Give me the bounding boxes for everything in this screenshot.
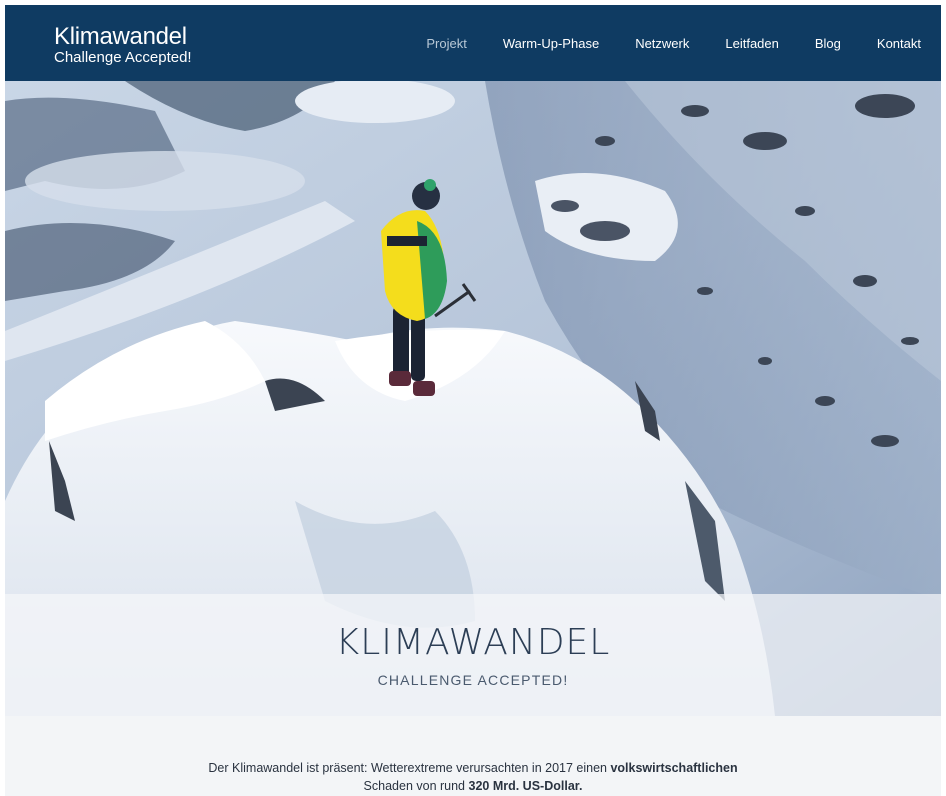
nav-item-kontakt[interactable]: Kontakt <box>877 36 921 51</box>
main-nav: Projekt Warm-Up-Phase Netzwerk Leitfaden… <box>390 36 921 51</box>
intro-line-1-bold: volkswirtschaftlichen <box>610 761 738 775</box>
nav-item-projekt[interactable]: Projekt <box>426 36 466 51</box>
hero-title: KLIMAWANDEL <box>335 622 611 663</box>
intro-line-1-text: Der Klimawandel ist präsent: Wetterextre… <box>208 761 611 775</box>
site-header: Klimawandel Challenge Accepted! Projekt … <box>5 5 941 81</box>
intro-line-1: Der Klimawandel ist präsent: Wetterextre… <box>5 759 941 777</box>
site-logo[interactable]: Klimawandel Challenge Accepted! <box>54 24 192 66</box>
hero-subtitle: CHALLENGE ACCEPTED! <box>377 672 569 688</box>
intro-line-2-bold: 320 Mrd. US-Dollar. <box>468 779 583 793</box>
logo-subtitle: Challenge Accepted! <box>54 49 192 66</box>
hero-section: KLIMAWANDEL CHALLENGE ACCEPTED! <box>5 81 941 716</box>
hero-banner: KLIMAWANDEL CHALLENGE ACCEPTED! <box>5 594 941 716</box>
intro-text: Der Klimawandel ist präsent: Wetterextre… <box>5 759 941 795</box>
nav-item-warm-up-phase[interactable]: Warm-Up-Phase <box>503 36 599 51</box>
nav-item-netzwerk[interactable]: Netzwerk <box>635 36 689 51</box>
intro-line-2: Schaden von rund 320 Mrd. US-Dollar. <box>5 777 941 795</box>
intro-line-2-text: Schaden von rund <box>363 779 469 793</box>
nav-item-leitfaden[interactable]: Leitfaden <box>725 36 779 51</box>
page-frame: Klimawandel Challenge Accepted! Projekt … <box>5 5 941 796</box>
nav-item-blog[interactable]: Blog <box>815 36 841 51</box>
logo-title: Klimawandel <box>54 23 187 50</box>
